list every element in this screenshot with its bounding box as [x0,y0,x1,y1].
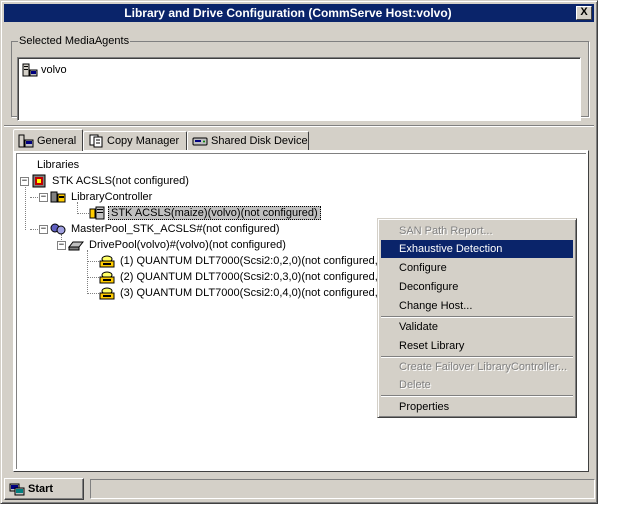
tab-shared-disk-device[interactable]: Shared Disk Device [187,131,309,150]
selected-mediaagents-legend: Selected MediaAgents [19,35,130,47]
copy-icon [88,134,104,148]
tree-node-drivepool[interactable]: − DrivePool(volvo)#(volvo)(not configure… [57,237,288,253]
tree-line [77,213,89,214]
menu-item-validate[interactable]: Validate [381,318,573,336]
tree-node-library[interactable]: − STK ACSLS(not configured) [20,173,191,189]
tree-node-libraries[interactable]: Libraries [35,157,81,173]
menu-item-exhaustive-detection[interactable]: Exhaustive Detection [381,240,573,258]
tree-line [87,250,88,294]
tab-copy-manager-label: Copy Manager [107,135,180,147]
tree-node-drive-3[interactable]: (3) QUANTUM DLT7000(Scsi2:0,4,0)(not con… [99,285,391,301]
tree-line [25,182,26,230]
tab-general[interactable]: General [13,129,83,151]
controller-group-icon [50,190,66,204]
start-button[interactable]: Start [4,478,84,500]
tree-node-label: STK ACSLS(maize)(volvo)(not configured) [108,206,321,220]
collapse-toggle[interactable]: − [39,192,48,202]
tree-node-label: (1) QUANTUM DLT7000(Scsi2:0,2,0)(not con… [120,255,390,267]
separator [4,125,594,127]
tree-node-label: DrivePool(volvo)#(volvo)(not configured) [89,239,286,251]
tree-node-librarycontroller-group[interactable]: − LibraryController [39,189,154,205]
masterpool-icon [50,222,66,236]
list-item[interactable]: volvo [22,62,67,78]
menu-item-create-failover-controller[interactable]: Create Failover LibraryController... [381,358,573,376]
tree-line [87,261,99,262]
tape-drive-icon [99,254,115,268]
start-icon [9,482,25,496]
tree-line [87,277,99,278]
tab-copy-manager[interactable]: Copy Manager [83,131,187,150]
collapse-toggle[interactable]: − [57,240,66,250]
menu-separator [381,395,573,397]
tree-node-label: Libraries [37,159,80,171]
window-title: Library and Drive Configuration (CommSer… [124,6,452,20]
disk-icon [192,134,208,148]
selected-mediaagents-group: Selected MediaAgents volvo [11,35,589,121]
menu-item-san-path-report[interactable]: SAN Path Report... [381,222,573,240]
tape-drive-icon [99,286,115,300]
server-icon [22,63,38,77]
start-label: Start [28,483,54,495]
controller-icon [89,206,105,220]
tree-node-controller[interactable]: STK ACSLS(maize)(volvo)(not configured) [89,205,321,221]
tab-general-label: General [37,134,77,147]
menu-item-deconfigure[interactable]: Deconfigure [381,278,573,296]
tape-drive-icon [99,270,115,284]
tree-node-label: (2) QUANTUM DLT7000(Scsi2:0,3,0)(not con… [120,271,390,283]
collapse-toggle[interactable]: − [39,224,48,234]
tree-node-label: LibraryController [71,191,153,203]
close-button[interactable]: X [576,6,592,20]
menu-item-reset-library[interactable]: Reset Library [381,337,573,355]
status-bar [90,479,595,499]
menu-item-configure[interactable]: Configure [381,259,573,277]
tree-line [87,293,99,294]
menu-item-delete[interactable]: Delete [381,376,573,394]
tree-line [30,197,38,198]
tree-line [30,229,38,230]
collapse-toggle[interactable]: − [20,176,29,186]
title-bar[interactable]: Library and Drive Configuration (CommSer… [4,4,594,22]
context-menu: SAN Path Report... Exhaustive Detection … [377,218,577,418]
mediaagents-list[interactable]: volvo [17,57,581,121]
tree-node-label: (3) QUANTUM DLT7000(Scsi2:0,4,0)(not con… [120,287,390,299]
menu-item-change-host[interactable]: Change Host... [381,297,573,315]
tree-node-label: STK ACSLS(not configured) [52,175,189,187]
library-icon [31,174,47,188]
tree-node-drive-2[interactable]: (2) QUANTUM DLT7000(Scsi2:0,3,0)(not con… [99,269,391,285]
tree-node-label: MasterPool_STK_ACSLS#(not configured) [71,223,280,235]
drivepool-icon [67,238,85,252]
menu-item-properties[interactable]: Properties [381,398,573,416]
tree-node-drive-1[interactable]: (1) QUANTUM DLT7000(Scsi2:0,2,0)(not con… [99,253,391,269]
mediaagent-label: volvo [41,64,67,76]
tree-node-masterpool[interactable]: − MasterPool_STK_ACSLS#(not configured) [39,221,282,237]
computer-icon [18,134,34,148]
tab-shared-disk-device-label: Shared Disk Device [211,135,308,147]
